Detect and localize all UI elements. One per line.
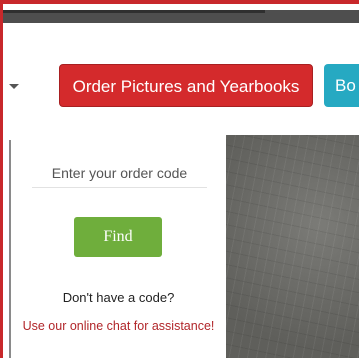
no-code-text: Don't have a code? (62, 290, 175, 305)
frame-top-border (0, 0, 359, 4)
background-photo (226, 135, 359, 358)
top-bar-highlight (3, 10, 265, 13)
book-button[interactable]: Bo (324, 64, 359, 107)
chevron-down-icon[interactable] (9, 84, 19, 89)
find-button[interactable]: Find (74, 217, 162, 257)
order-code-input[interactable] (32, 158, 207, 188)
online-chat-link[interactable]: Use our online chat for assistance! (11, 319, 226, 333)
order-pictures-yearbooks-button[interactable]: Order Pictures and Yearbooks (59, 64, 313, 107)
